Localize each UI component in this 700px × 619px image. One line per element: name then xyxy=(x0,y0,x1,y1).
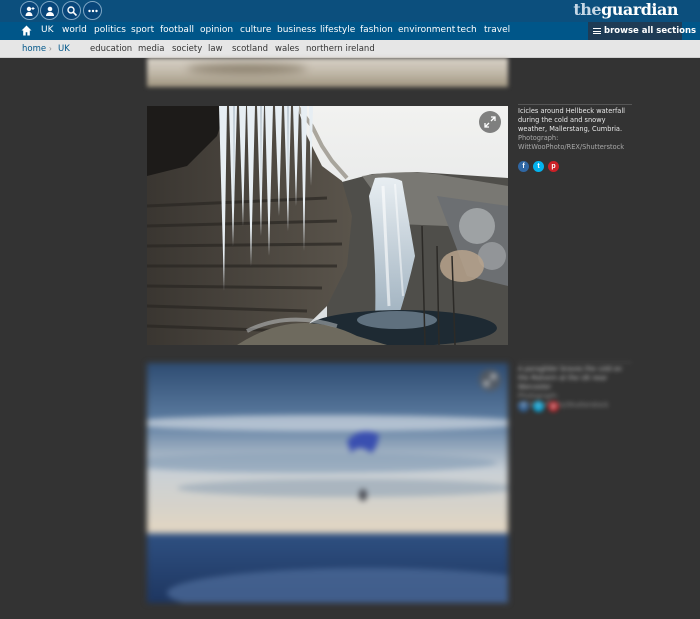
nav-item-business[interactable]: business xyxy=(277,22,316,40)
nav-item-opinion[interactable]: opinion xyxy=(200,22,233,40)
pinterest-share-icon[interactable]: p xyxy=(548,161,559,172)
expand-image-button[interactable] xyxy=(479,111,501,133)
subnav-item-scotland[interactable]: scotland xyxy=(232,40,268,58)
subnav-item-media[interactable]: media xyxy=(138,40,164,58)
breadcrumb-separator-icon: › xyxy=(49,44,52,53)
gallery-image-waterfall[interactable] xyxy=(147,106,508,345)
nav-item-world[interactable]: world xyxy=(62,22,87,40)
facebook-share-icon-2[interactable]: f xyxy=(518,401,529,412)
nav-item-tech[interactable]: tech xyxy=(457,22,477,40)
nav-item-culture[interactable]: culture xyxy=(240,22,271,40)
pinterest-share-icon-2[interactable]: p xyxy=(548,401,559,412)
caption-credit-label: Photograph: xyxy=(518,134,559,142)
nav-item-travel[interactable]: travel xyxy=(484,22,510,40)
subnav-item-northern-ireland[interactable]: northern ireland xyxy=(306,40,375,58)
caption-text: Icicles around Hellbeck waterfall during… xyxy=(518,107,626,133)
nav-item-football[interactable]: football xyxy=(160,22,194,40)
breadcrumb-home[interactable]: home xyxy=(22,40,46,58)
breadcrumb-uk[interactable]: UK xyxy=(58,40,70,58)
subnav-item-education[interactable]: education xyxy=(90,40,132,58)
guardian-logo[interactable]: theguardian xyxy=(573,0,678,20)
expand-image-button-2[interactable] xyxy=(479,369,501,391)
caption-credit: WittWooPhoto/REX/Shutterstock xyxy=(518,143,625,151)
primary-nav: UK world politics sport football opinion… xyxy=(0,22,700,40)
subnav-item-wales[interactable]: wales xyxy=(275,40,299,58)
subnav-item-law[interactable]: law xyxy=(208,40,223,58)
profile-icon[interactable] xyxy=(40,1,59,20)
expand-icon xyxy=(484,374,496,386)
nav-item-uk[interactable]: UK xyxy=(41,22,54,40)
caption-divider-2 xyxy=(518,362,632,363)
image-caption: Icicles around Hellbeck waterfall during… xyxy=(518,107,632,152)
home-icon[interactable] xyxy=(20,24,33,37)
caption-divider xyxy=(518,104,632,105)
nav-item-sport[interactable]: sport xyxy=(131,22,154,40)
twitter-share-icon[interactable]: t xyxy=(533,161,544,172)
subnav-item-society[interactable]: society xyxy=(172,40,202,58)
expand-icon xyxy=(484,116,496,128)
menu-icon xyxy=(593,27,601,34)
secondary-nav: home › UK education media society law sc… xyxy=(0,40,700,58)
twitter-share-icon-2[interactable]: t xyxy=(533,401,544,412)
contributor-icon[interactable] xyxy=(20,1,39,20)
gallery-image-paraglider[interactable] xyxy=(147,363,508,603)
nav-item-politics[interactable]: politics xyxy=(94,22,126,40)
site-header: theguardian xyxy=(0,0,700,22)
facebook-share-icon[interactable]: f xyxy=(518,161,529,172)
search-icon[interactable] xyxy=(62,1,81,20)
gallery-image-previous[interactable] xyxy=(147,58,508,87)
more-icon[interactable] xyxy=(83,1,102,20)
nav-item-lifestyle[interactable]: lifestyle xyxy=(320,22,355,40)
nav-item-fashion[interactable]: fashion xyxy=(360,22,393,40)
browse-all-sections-button[interactable]: browse all sections xyxy=(588,22,696,40)
nav-item-environment[interactable]: environment xyxy=(398,22,455,40)
caption-text-2: A paraglider braves the cold on the Malv… xyxy=(518,365,622,391)
